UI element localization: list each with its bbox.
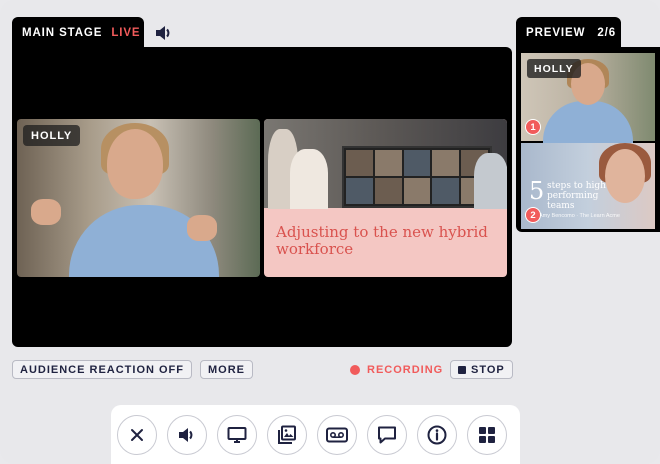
screen-share-button[interactable] [217, 414, 257, 455]
speaker-hand-right [187, 215, 217, 241]
preview-count: 2/6 [597, 26, 617, 39]
main-stage: HOLLY Adjusting to the new hybrid workfo… [12, 47, 512, 347]
stop-label: STOP [471, 363, 505, 376]
more-button[interactable]: MORE [200, 360, 253, 379]
preview-item[interactable]: HOLLY 1 [521, 53, 655, 145]
participant-name-label: HOLLY [23, 125, 81, 146]
preview-item[interactable]: 5 steps to high performing teams Amy Ben… [521, 143, 655, 229]
preview-tab: PREVIEW 2/6 [516, 17, 621, 48]
speaker-icon [179, 427, 193, 442]
audio-button[interactable] [167, 414, 207, 455]
speaker-face [107, 129, 163, 199]
chat-button[interactable] [367, 414, 407, 455]
grid-icon [479, 426, 495, 443]
main-stage-title: MAIN STAGE [22, 26, 103, 39]
preview-number-badge: 2 [525, 207, 541, 223]
app-frame: MAIN STAGE LIVE HOLLY Adjusting to the n… [0, 0, 660, 464]
screen-share-icon [227, 426, 247, 443]
audience-reaction-label: AUDIENCE REACTION OFF [20, 363, 184, 376]
preview-slide-text: steps to high performing teams [547, 181, 606, 211]
stage-tile-holly[interactable]: HOLLY [17, 119, 260, 277]
close-button[interactable] [117, 414, 157, 455]
speaker-hand-left [31, 199, 61, 225]
media-icon [278, 425, 296, 444]
layout-button[interactable] [467, 414, 507, 455]
slide-person [474, 153, 507, 209]
recording-label: RECORDING [367, 364, 444, 376]
audience-reaction-button[interactable]: AUDIENCE REACTION OFF [12, 360, 192, 379]
video-wall-image [342, 146, 492, 208]
info-button[interactable] [417, 414, 457, 455]
preview-name-label: HOLLY [527, 59, 581, 78]
slide-person [290, 149, 328, 209]
voicemail-icon [326, 427, 348, 442]
preview-panel: HOLLY 1 5 steps to high performing teams… [516, 47, 660, 232]
stop-icon [458, 365, 466, 374]
slide-image [264, 119, 507, 209]
preview-title: PREVIEW [526, 26, 586, 39]
preview-big-number: 5 [529, 177, 545, 205]
stage-audio-button[interactable] [152, 22, 176, 44]
close-icon [131, 428, 143, 441]
info-icon [427, 425, 447, 444]
bottom-toolbar [111, 405, 520, 464]
voicemail-button[interactable] [317, 414, 357, 455]
stage-tile-slide[interactable]: Adjusting to the new hybrid workforce [264, 119, 507, 277]
more-label: MORE [208, 363, 245, 376]
chat-icon [378, 426, 396, 443]
recording-status: RECORDING [350, 361, 443, 379]
stop-button[interactable]: STOP [450, 360, 513, 379]
preview-speaker-image [543, 101, 633, 145]
live-indicator: LIVE [111, 26, 141, 39]
preview-credit: Amy Bencomo · The Learn Acme [539, 213, 620, 219]
media-button[interactable] [267, 414, 307, 455]
slide-title: Adjusting to the new hybrid workforce [276, 223, 488, 258]
recording-dot-icon [350, 365, 360, 375]
main-stage-tab: MAIN STAGE LIVE [12, 17, 144, 48]
speaker-icon [156, 26, 170, 40]
preview-number-badge: 1 [525, 119, 541, 135]
